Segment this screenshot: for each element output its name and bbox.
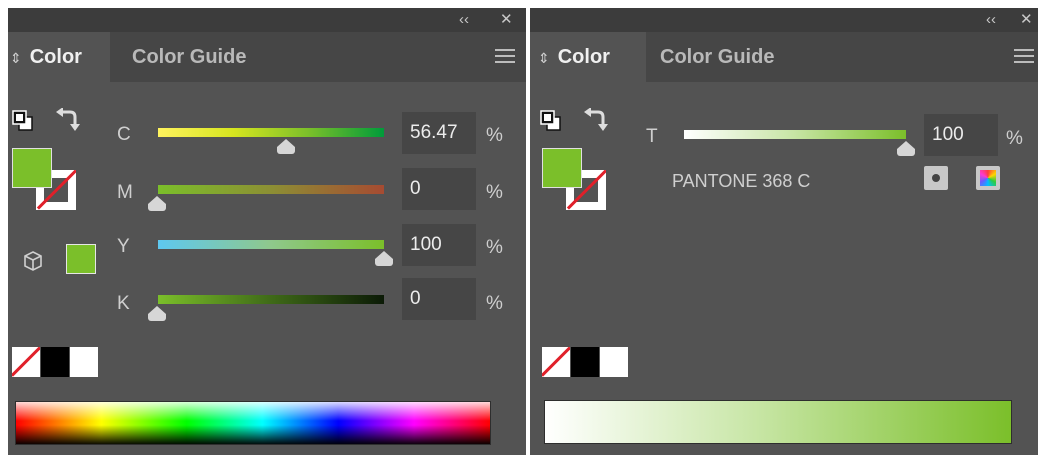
black-swatch[interactable] (571, 347, 599, 377)
collapse-panel-icon[interactable]: ‹‹ (459, 9, 469, 31)
process-color-icon[interactable] (976, 166, 1000, 190)
default-fill-stroke-icon[interactable] (540, 110, 562, 132)
tint-value-input[interactable]: 100 (924, 114, 998, 156)
tint-slider-track[interactable] (684, 130, 906, 139)
panel-menu-icon[interactable] (495, 49, 515, 65)
tab-color-guide[interactable]: Color Guide (132, 32, 246, 82)
swap-fill-stroke-icon[interactable] (56, 108, 80, 134)
black-slider-track[interactable] (158, 295, 384, 304)
yellow-slider-track[interactable] (158, 240, 384, 249)
yellow-value-input[interactable]: 100 (402, 224, 476, 266)
default-fill-stroke-icon[interactable] (12, 110, 34, 132)
none-swatch[interactable] (12, 347, 40, 377)
magenta-value-input[interactable]: 0 (402, 168, 476, 210)
channel-label: M (117, 182, 133, 203)
spot-color-icon[interactable] (924, 166, 948, 190)
quick-swatches (542, 347, 630, 377)
color-spectrum-ramp[interactable] (15, 401, 491, 445)
color-panel-cmyk: ‹‹ ✕ ⇕ Color Color Guide C 56.47 % M 0 %… (8, 8, 526, 455)
panel-titlebar: ‹‹ ✕ (8, 8, 526, 32)
white-swatch[interactable] (70, 347, 98, 377)
magenta-slider-track[interactable] (158, 185, 384, 194)
tint-ramp[interactable] (544, 400, 1012, 444)
black-value-input[interactable]: 0 (402, 278, 476, 320)
updown-arrows-icon: ⇕ (10, 50, 22, 66)
swatch-name-label: PANTONE 368 C (672, 171, 811, 191)
closest-web-color-swatch[interactable] (66, 244, 96, 274)
none-swatch[interactable] (542, 347, 570, 377)
cyan-value-input[interactable]: 56.47 (402, 112, 476, 154)
channel-label: Y (117, 236, 130, 257)
tab-color[interactable]: ⇕ Color (530, 32, 646, 82)
fill-stroke-swatches (12, 148, 82, 212)
percent-label: % (486, 125, 503, 146)
fill-swatch[interactable] (542, 148, 582, 188)
tab-color[interactable]: ⇕ Color (8, 32, 110, 82)
close-panel-icon[interactable]: ✕ (1020, 9, 1033, 31)
percent-label: % (486, 293, 503, 314)
tab-bar: ⇕ Color Color Guide (530, 32, 1038, 82)
tab-bar: ⇕ Color Color Guide (8, 32, 526, 82)
tab-color-guide[interactable]: Color Guide (660, 32, 774, 82)
swap-fill-stroke-icon[interactable] (584, 108, 608, 134)
updown-arrows-icon: ⇕ (538, 50, 550, 66)
panel-titlebar: ‹‹ ✕ (530, 8, 1038, 32)
percent-label: % (1006, 128, 1023, 149)
fill-stroke-swatches (542, 148, 612, 212)
percent-label: % (486, 237, 503, 258)
cyan-slider-track[interactable] (158, 128, 384, 137)
close-panel-icon[interactable]: ✕ (500, 9, 513, 31)
tint-label: T (646, 126, 658, 147)
black-swatch[interactable] (41, 347, 69, 377)
channel-label: C (117, 124, 131, 145)
fill-swatch[interactable] (12, 148, 52, 188)
panel-menu-icon[interactable] (1014, 49, 1034, 65)
percent-label: % (486, 182, 503, 203)
white-swatch[interactable] (600, 347, 628, 377)
out-of-web-gamut-cube-icon[interactable] (24, 251, 42, 271)
channel-label: K (117, 293, 130, 314)
color-panel-spot: ‹‹ ✕ ⇕ Color Color Guide T 100 % PANTONE … (530, 8, 1038, 455)
collapse-panel-icon[interactable]: ‹‹ (986, 9, 996, 31)
quick-swatches (12, 347, 100, 377)
